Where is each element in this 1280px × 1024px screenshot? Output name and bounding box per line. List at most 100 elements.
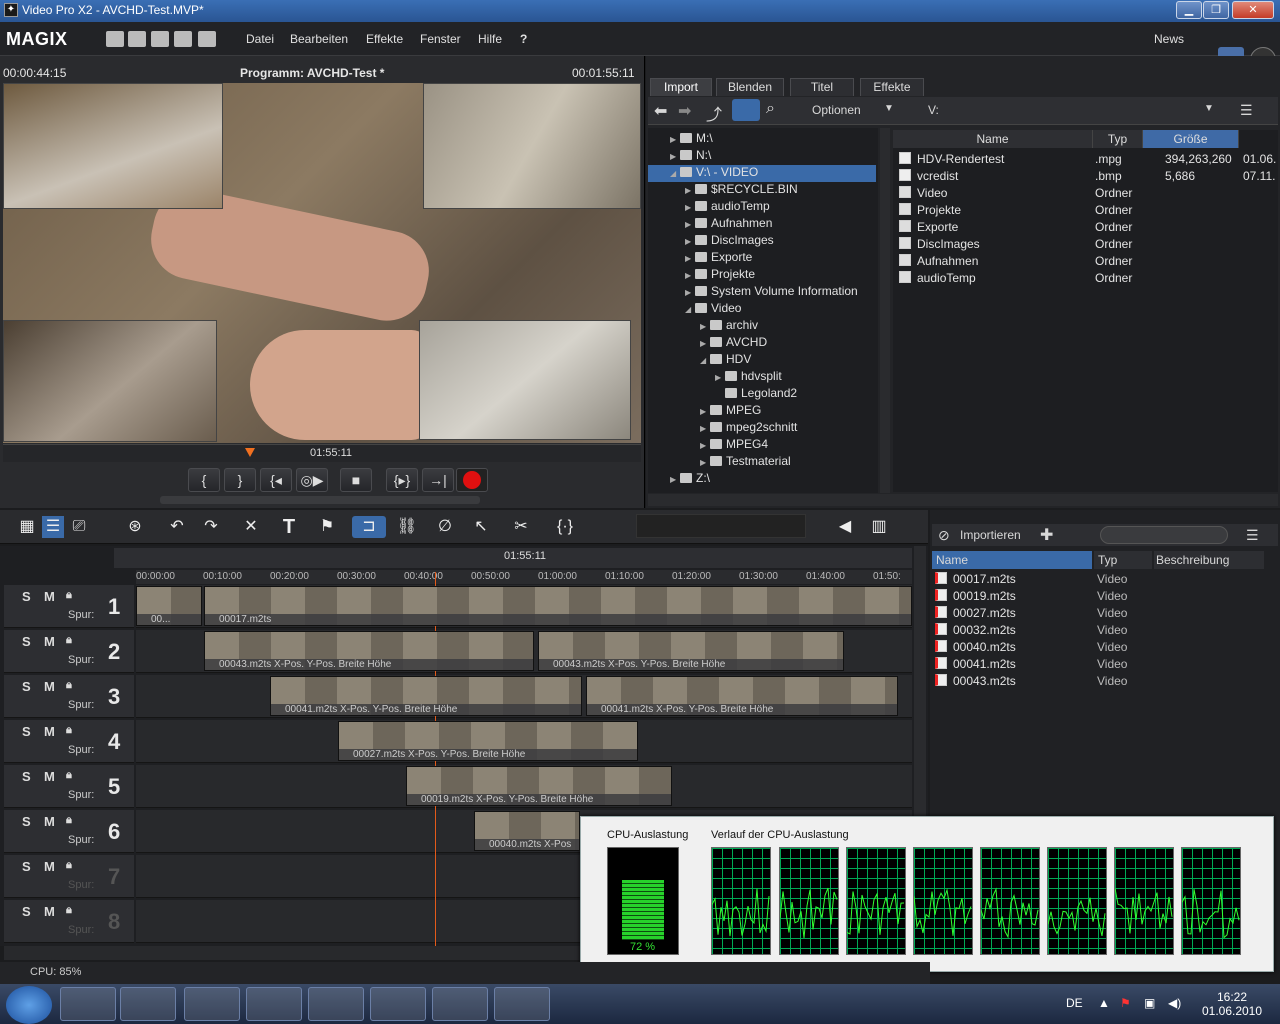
solo-button[interactable]: S xyxy=(22,769,31,784)
lock-icon[interactable]: 🔒︎ xyxy=(66,679,72,692)
preview-zoom-slider[interactable] xyxy=(160,496,480,504)
group-link-icon[interactable]: ⛓ xyxy=(396,516,418,538)
video-clip[interactable]: 00041.m2ts X-Pos. Y-Pos. Breite Höhe xyxy=(586,676,898,716)
solo-button[interactable]: S xyxy=(22,589,31,604)
video-clip[interactable]: 00043.m2ts X-Pos. Y-Pos. Breite Höhe xyxy=(204,631,534,671)
tree-item[interactable]: ▶ archiv xyxy=(648,318,876,335)
search-icon[interactable]: ⌕ xyxy=(766,100,775,118)
tree-expand-icon[interactable]: ▶ xyxy=(685,254,695,263)
imp-col-name[interactable]: Name xyxy=(932,551,1092,569)
tree-expand-icon[interactable]: ◢ xyxy=(685,305,695,314)
col-groesse[interactable]: Größe xyxy=(1143,130,1239,148)
file-row[interactable]: Video Ordner xyxy=(893,185,1278,202)
scene-view-icon[interactable]: ⎚ xyxy=(68,516,90,538)
record-button[interactable] xyxy=(456,468,488,492)
tree-expand-icon[interactable]: ▶ xyxy=(700,407,710,416)
lock-icon[interactable]: 🔒︎ xyxy=(66,589,72,602)
path-chevron-icon[interactable]: ▼ xyxy=(1204,103,1214,114)
options-dropdown[interactable]: Optionen xyxy=(812,103,861,117)
clock[interactable]: 16:22 01.06.2010 xyxy=(1196,990,1268,1018)
remote-task-icon[interactable] xyxy=(370,987,426,1021)
taskmanager-task-icon[interactable] xyxy=(494,987,550,1021)
file-row[interactable]: Aufnahmen Ordner xyxy=(893,253,1278,270)
tree-item[interactable]: ◢ Video xyxy=(648,301,876,318)
tree-item[interactable]: ▶ MPEG xyxy=(648,403,876,420)
file-row[interactable]: Projekte Ordner xyxy=(893,202,1278,219)
play-range-button[interactable]: {▸} xyxy=(386,468,418,492)
media-player-task-icon[interactable] xyxy=(120,987,176,1021)
tab-titel[interactable]: Titel xyxy=(790,78,854,96)
jump-in-button[interactable]: {◂ xyxy=(260,468,292,492)
camera-icon[interactable]: ◀ xyxy=(834,516,856,538)
tree-expand-icon[interactable]: ▶ xyxy=(700,424,710,433)
word-task-icon[interactable] xyxy=(246,987,302,1021)
timeline-ruler[interactable]: 00:00:00 00:10:00 00:20:00 00:30:00 00:40:00… xyxy=(136,570,912,584)
options-chevron-icon[interactable]: ▼ xyxy=(884,103,894,114)
mute-button[interactable]: M xyxy=(44,859,55,874)
video-clip[interactable]: 00019.m2ts X-Pos. Y-Pos. Breite Höhe xyxy=(406,766,672,806)
tree-expand-icon[interactable]: ▶ xyxy=(685,288,695,297)
import-item[interactable]: 00032.m2ts Video xyxy=(935,623,1275,640)
path-field[interactable]: V: xyxy=(928,103,939,117)
pip-video-3[interactable] xyxy=(3,320,217,442)
disc-menu-icon[interactable]: ⊛ xyxy=(124,516,146,538)
tab-blenden[interactable]: Blenden xyxy=(716,78,784,96)
tree-item[interactable]: ▶ System Volume Information xyxy=(648,284,876,301)
explorer-task-icon[interactable] xyxy=(60,987,116,1021)
timeline-position-bar[interactable]: 01:55:11 xyxy=(114,548,912,568)
tree-expand-icon[interactable]: ▶ xyxy=(700,441,710,450)
lock-icon[interactable]: 🔒︎ xyxy=(66,769,72,782)
save-icon[interactable] xyxy=(151,31,169,47)
lock-icon[interactable]: 🔒︎ xyxy=(66,634,72,647)
mixer-icon[interactable]: ▥ xyxy=(868,516,890,538)
file-row[interactable]: DiscImages Ordner xyxy=(893,236,1278,253)
magix-task-icon[interactable] xyxy=(432,987,488,1021)
tree-item[interactable]: ▶ Testmaterial xyxy=(648,454,876,471)
minimize-button[interactable]: ▁ xyxy=(1176,1,1202,19)
tree-item[interactable]: ▶ Z:\ xyxy=(648,471,876,488)
menu-effekte[interactable]: Effekte xyxy=(366,32,403,46)
mute-button[interactable]: M xyxy=(44,769,55,784)
tree-item[interactable]: Legoland2 xyxy=(648,386,876,403)
browser-hscroll[interactable] xyxy=(648,494,1278,506)
solo-button[interactable]: S xyxy=(22,724,31,739)
context-help-icon[interactable] xyxy=(198,31,216,47)
import-item[interactable]: 00043.m2ts Video xyxy=(935,674,1275,691)
import-item[interactable]: 00041.m2ts Video xyxy=(935,657,1275,674)
tree-expand-icon[interactable]: ▶ xyxy=(685,186,695,195)
menu-fenster[interactable]: Fenster xyxy=(420,32,461,46)
back-arrow-icon[interactable]: ⬅ xyxy=(654,101,667,121)
import-list-icon[interactable]: ☰ xyxy=(1246,527,1259,544)
open-folder-icon[interactable] xyxy=(128,31,146,47)
redo-icon[interactable]: ↷ xyxy=(200,516,222,538)
mute-button[interactable]: M xyxy=(44,634,55,649)
mute-button[interactable]: M xyxy=(44,679,55,694)
list-view-icon[interactable]: ☰ xyxy=(1240,102,1253,119)
tree-expand-icon[interactable]: ▶ xyxy=(700,322,710,331)
import-item[interactable]: 00019.m2ts Video xyxy=(935,589,1275,606)
tree-item[interactable]: ▶ Projekte xyxy=(648,267,876,284)
file-row[interactable]: audioTemp Ordner xyxy=(893,270,1278,287)
file-row[interactable]: vcredist .bmp 5,686 07.11. xyxy=(893,168,1278,185)
snap-icon[interactable]: ⊐ xyxy=(352,516,386,538)
up-folder-icon[interactable]: ⤴ xyxy=(706,101,722,125)
storyboard-view-icon[interactable]: ▦ xyxy=(16,516,38,538)
tree-item[interactable]: ▶ mpeg2schnitt xyxy=(648,420,876,437)
menu-datei[interactable]: Datei xyxy=(246,32,274,46)
undo-icon[interactable]: ↶ xyxy=(166,516,188,538)
help-book-icon[interactable]: ? xyxy=(520,32,527,46)
tree-item[interactable]: ◢ V:\ - VIDEO xyxy=(648,165,876,182)
menu-bearbeiten[interactable]: Bearbeiten xyxy=(290,32,348,46)
tree-item[interactable]: ▶ AVCHD xyxy=(648,335,876,352)
new-file-icon[interactable] xyxy=(106,31,124,47)
tree-expand-icon[interactable]: ◢ xyxy=(670,169,680,178)
video-clip[interactable]: 00043.m2ts X-Pos. Y-Pos. Breite Höhe xyxy=(538,631,844,671)
tree-expand-icon[interactable]: ▶ xyxy=(685,237,695,246)
mouse-mode-icon[interactable]: ↖ xyxy=(470,516,492,538)
mute-button[interactable]: M xyxy=(44,589,55,604)
video-clip[interactable]: 00... xyxy=(136,586,202,626)
close-button[interactable]: ✕ xyxy=(1232,1,1274,19)
lock-icon[interactable]: 🔒︎ xyxy=(66,904,72,917)
set-in-button[interactable]: { xyxy=(188,468,220,492)
tree-expand-icon[interactable]: ▶ xyxy=(670,135,680,144)
